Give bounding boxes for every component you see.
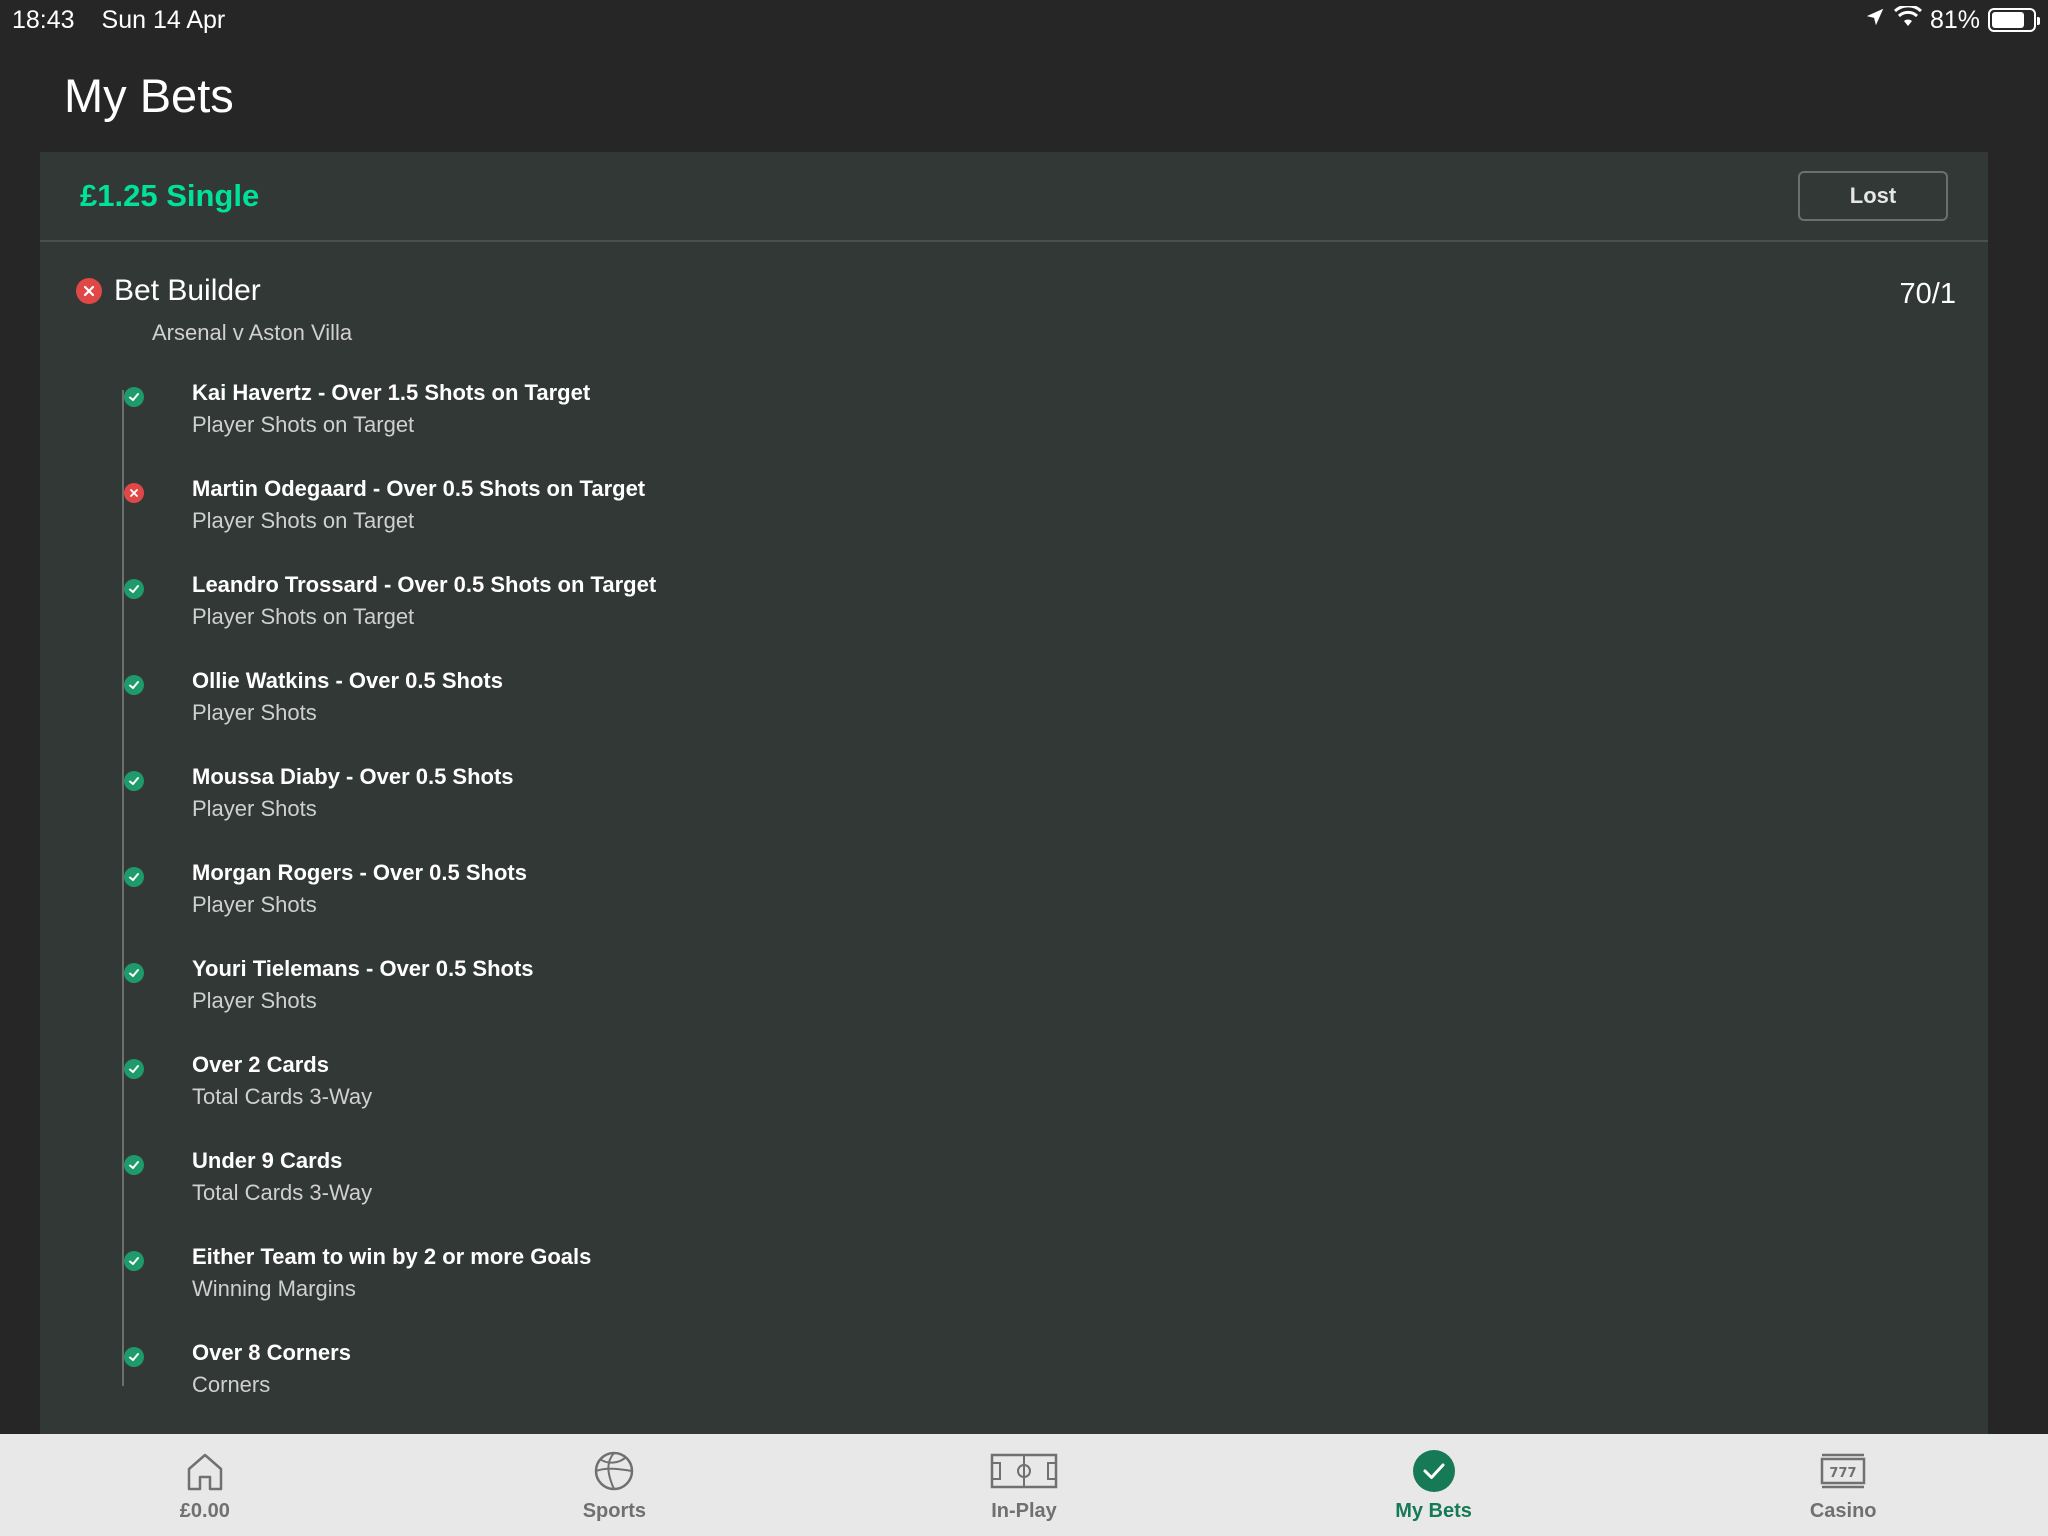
tab-home[interactable]: £0.00 xyxy=(0,1434,410,1536)
bet-type-title: Bet Builder xyxy=(114,274,261,307)
tab-label: £0.00 xyxy=(179,1499,230,1522)
won-check-icon xyxy=(124,1059,144,1079)
bet-leg-selection: Over 8 Corners xyxy=(192,1340,351,1365)
bet-leg-selection: Morgan Rogers - Over 0.5 Shots xyxy=(192,860,527,885)
bet-leg: Ollie Watkins - Over 0.5 Shots Player Sho… xyxy=(120,666,1920,762)
bet-leg-market: Total Cards 3-Way xyxy=(192,1180,373,1205)
status-right: 81% xyxy=(1864,3,2040,35)
bet-odds: 70/1 xyxy=(1899,278,1956,310)
check-circle-icon xyxy=(1412,1448,1456,1494)
bet-builder-head: Bet Builder 70/1 Arsenal v Aston Villa xyxy=(76,274,1956,346)
won-check-icon xyxy=(124,675,144,695)
bet-leg-selection: Ollie Watkins - Over 0.5 Shots xyxy=(192,668,503,693)
bet-leg-market: Player Shots xyxy=(192,796,317,821)
won-check-icon xyxy=(124,771,144,791)
bet-stake: £1.25 Single xyxy=(80,178,260,213)
bet-leg: Over 2 Cards Total Cards 3-Way xyxy=(120,1050,1920,1146)
won-check-icon xyxy=(124,387,144,407)
bet-leg: Martin Odegaard - Over 0.5 Shots on Targ… xyxy=(120,474,1920,570)
bet-leg: Morgan Rogers - Over 0.5 Shots Player Sho… xyxy=(120,858,1920,954)
bet-leg-market: Player Shots on Target xyxy=(192,508,415,533)
battery-icon xyxy=(1988,8,2040,32)
status-time: 18:43 xyxy=(12,5,75,34)
tab-check-circle[interactable]: My Bets xyxy=(1229,1434,1639,1536)
football-icon xyxy=(592,1448,636,1494)
won-check-icon xyxy=(124,1251,144,1271)
bet-leg-market: Corners xyxy=(192,1372,271,1397)
slot-machine-icon: 777 xyxy=(1819,1448,1867,1494)
lost-x-icon xyxy=(124,483,144,503)
bet-leg-selection: Moussa Diaby - Over 0.5 Shots xyxy=(192,764,514,789)
location-icon xyxy=(1864,6,1886,35)
won-check-icon xyxy=(124,1347,144,1367)
bet-leg: Over 8 Corners Corners xyxy=(120,1338,1920,1434)
won-check-icon xyxy=(124,963,144,983)
pitch-icon xyxy=(990,1448,1058,1494)
bet-leg-market: Player Shots xyxy=(192,988,317,1013)
bet-leg-selection: Over 2 Cards xyxy=(192,1052,329,1077)
bottom-tab-bar: £0.00 Sports In-Play My Bets 777 Casino xyxy=(0,1434,2048,1536)
bet-leg-market: Player Shots xyxy=(192,700,317,725)
tab-label: Casino xyxy=(1809,1499,1877,1522)
battery-fill xyxy=(1992,12,2025,28)
tab-pitch[interactable]: In-Play xyxy=(819,1434,1229,1536)
bet-leg: Either Team to win by 2 or more Goals Win… xyxy=(120,1242,1920,1338)
tab-label: My Bets xyxy=(1395,1499,1472,1522)
bet-legs-list: Kai Havertz - Over 1.5 Shots on Target Pl… xyxy=(120,378,1920,1434)
match-name: Arsenal v Aston Villa xyxy=(152,320,353,345)
bet-leg-selection: Either Team to win by 2 or more Goals xyxy=(192,1244,592,1269)
bet-leg-market: Winning Margins xyxy=(192,1276,356,1301)
won-check-icon xyxy=(124,1155,144,1175)
bet-builder-title-row: Bet Builder xyxy=(76,274,1956,308)
won-check-icon xyxy=(124,867,144,887)
home-icon xyxy=(183,1448,227,1494)
bet-leg-selection: Kai Havertz - Over 1.5 Shots on Target xyxy=(192,380,591,405)
lost-x-icon xyxy=(76,278,102,304)
bet-leg-selection: Under 9 Cards xyxy=(192,1148,343,1173)
status-bar: 18:43 Sun 14 Apr 81% xyxy=(0,0,2048,40)
bet-leg-selection: Youri Tielemans - Over 0.5 Shots xyxy=(192,956,534,981)
tab-slot-machine[interactable]: 777 Casino xyxy=(1638,1434,2048,1536)
bet-leg: Youri Tielemans - Over 0.5 Shots Player S… xyxy=(120,954,1920,1050)
won-check-icon xyxy=(124,579,144,599)
bet-leg-market: Player Shots on Target xyxy=(192,412,415,437)
tab-label: Sports xyxy=(582,1499,647,1522)
bet-leg-market: Total Cards 3-Way xyxy=(192,1084,373,1109)
battery-percent: 81% xyxy=(1929,5,1980,34)
bet-leg-market: Player Shots on Target xyxy=(192,604,415,629)
bet-leg: Leandro Trossard - Over 0.5 Shots on Tar… xyxy=(120,570,1920,666)
status-date: Sun 14 Apr xyxy=(101,5,226,34)
bet-leg-selection: Martin Odegaard - Over 0.5 Shots on Targ… xyxy=(192,476,646,501)
bet-leg: Moussa Diaby - Over 0.5 Shots Player Shot… xyxy=(120,762,1920,858)
page-title: My Bets xyxy=(64,69,234,122)
tab-label: In-Play xyxy=(991,1499,1057,1522)
status-left: 18:43 Sun 14 Apr xyxy=(12,6,245,35)
bet-leg: Kai Havertz - Over 1.5 Shots on Target Pl… xyxy=(120,378,1920,474)
wifi-icon xyxy=(1893,3,1922,35)
bet-card-header: £1.25 Single Lost xyxy=(40,152,1988,242)
bet-leg-market: Player Shots xyxy=(192,892,317,917)
bet-leg-selection: Leandro Trossard - Over 0.5 Shots on Tar… xyxy=(192,572,657,597)
svg-text:777: 777 xyxy=(1830,1466,1857,1481)
bet-card[interactable]: £1.25 Single Lost Bet Builder 70/1 Arsen… xyxy=(40,152,1988,1434)
bet-status-badge: Lost xyxy=(1798,171,1948,221)
tab-football[interactable]: Sports xyxy=(410,1434,820,1536)
bet-leg: Under 9 Cards Total Cards 3-Way xyxy=(120,1146,1920,1242)
